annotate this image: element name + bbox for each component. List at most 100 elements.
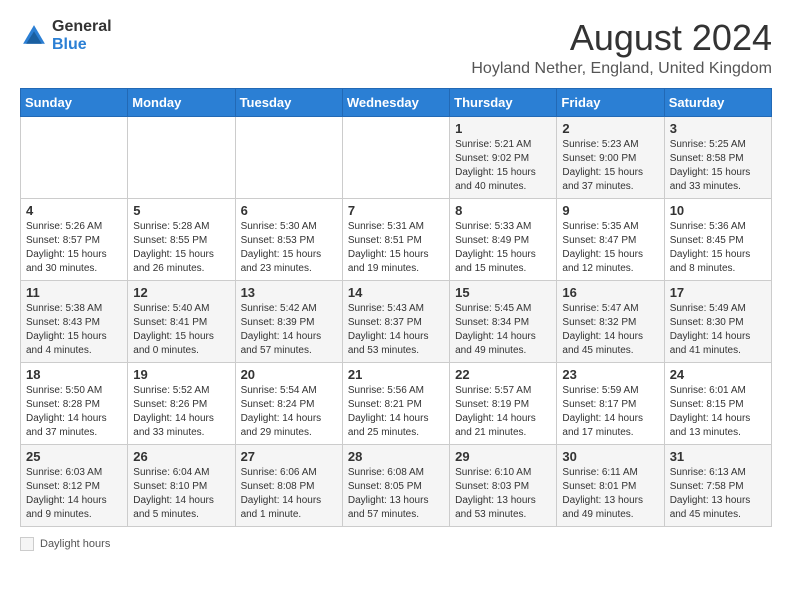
calendar-cell — [342, 116, 449, 198]
header-row: SundayMondayTuesdayWednesdayThursdayFrid… — [21, 88, 772, 116]
day-number: 27 — [241, 449, 337, 464]
day-number: 26 — [133, 449, 229, 464]
day-info: Sunrise: 6:10 AM Sunset: 8:03 PM Dayligh… — [455, 466, 551, 522]
day-info: Sunrise: 5:43 AM Sunset: 8:37 PM Dayligh… — [348, 302, 444, 358]
calendar-cell: 10 Sunrise: 5:36 AM Sunset: 8:45 PM Dayli… — [664, 198, 771, 280]
calendar-cell: 17 Sunrise: 5:49 AM Sunset: 8:30 PM Dayli… — [664, 280, 771, 362]
calendar-cell: 15 Sunrise: 5:45 AM Sunset: 8:34 PM Dayli… — [450, 280, 557, 362]
calendar-cell — [235, 116, 342, 198]
day-info: Sunrise: 5:21 AM Sunset: 9:02 PM Dayligh… — [455, 138, 551, 194]
calendar-cell: 2 Sunrise: 5:23 AM Sunset: 9:00 PM Daylig… — [557, 116, 664, 198]
day-number: 6 — [241, 203, 337, 218]
calendar-cell: 16 Sunrise: 5:47 AM Sunset: 8:32 PM Dayli… — [557, 280, 664, 362]
calendar-cell: 22Sunrise: 5:57 AM Sunset: 8:19 PM Dayli… — [450, 362, 557, 444]
footer: Daylight hours — [10, 533, 782, 555]
calendar-cell: 25 Sunrise: 6:03 AM Sunset: 8:12 PM Dayli… — [21, 444, 128, 526]
calendar-cell: 18Sunrise: 5:50 AM Sunset: 8:28 PM Dayli… — [21, 362, 128, 444]
calendar-table: SundayMondayTuesdayWednesdayThursdayFrid… — [20, 88, 772, 527]
day-info: Sunrise: 5:36 AM Sunset: 8:45 PM Dayligh… — [670, 220, 766, 276]
day-info: Sunrise: 5:42 AM Sunset: 8:39 PM Dayligh… — [241, 302, 337, 358]
header: General Blue August 2024 Hoyland Nether,… — [10, 10, 782, 82]
day-info: Sunrise: 5:31 AM Sunset: 8:51 PM Dayligh… — [348, 220, 444, 276]
day-info: Sunrise: 6:11 AM Sunset: 8:01 PM Dayligh… — [562, 466, 658, 522]
day-number: 12 — [133, 285, 229, 300]
day-info: Sunrise: 6:06 AM Sunset: 8:08 PM Dayligh… — [241, 466, 337, 522]
day-info: Sunrise: 6:04 AM Sunset: 8:10 PM Dayligh… — [133, 466, 229, 522]
logo-icon — [20, 22, 48, 50]
day-number: 16 — [562, 285, 658, 300]
day-info: Sunrise: 5:40 AM Sunset: 8:41 PM Dayligh… — [133, 302, 229, 358]
calendar: SundayMondayTuesdayWednesdayThursdayFrid… — [20, 88, 772, 527]
calendar-cell: 26 Sunrise: 6:04 AM Sunset: 8:10 PM Dayli… — [128, 444, 235, 526]
calendar-cell: 1 Sunrise: 5:21 AM Sunset: 9:02 PM Daylig… — [450, 116, 557, 198]
day-info: Sunrise: 5:49 AM Sunset: 8:30 PM Dayligh… — [670, 302, 766, 358]
calendar-cell: 8 Sunrise: 5:33 AM Sunset: 8:49 PM Daylig… — [450, 198, 557, 280]
week-row-2: 4Sunrise: 5:26 AM Sunset: 8:57 PM Daylig… — [21, 198, 772, 280]
title-area: August 2024 Hoyland Nether, England, Uni… — [471, 18, 772, 78]
week-row-4: 18Sunrise: 5:50 AM Sunset: 8:28 PM Dayli… — [21, 362, 772, 444]
calendar-cell: 5Sunrise: 5:28 AM Sunset: 8:55 PM Daylig… — [128, 198, 235, 280]
day-number: 24 — [670, 367, 766, 382]
calendar-cell: 4Sunrise: 5:26 AM Sunset: 8:57 PM Daylig… — [21, 198, 128, 280]
day-info: Sunrise: 6:08 AM Sunset: 8:05 PM Dayligh… — [348, 466, 444, 522]
day-info: Sunrise: 6:03 AM Sunset: 8:12 PM Dayligh… — [26, 466, 122, 522]
day-info: Sunrise: 5:23 AM Sunset: 9:00 PM Dayligh… — [562, 138, 658, 194]
calendar-cell: 29Sunrise: 6:10 AM Sunset: 8:03 PM Dayli… — [450, 444, 557, 526]
day-number: 21 — [348, 367, 444, 382]
week-row-3: 11Sunrise: 5:38 AM Sunset: 8:43 PM Dayli… — [21, 280, 772, 362]
day-number: 8 — [455, 203, 551, 218]
column-header-saturday: Saturday — [664, 88, 771, 116]
calendar-cell: 6 Sunrise: 5:30 AM Sunset: 8:53 PM Daylig… — [235, 198, 342, 280]
calendar-cell: 30 Sunrise: 6:11 AM Sunset: 8:01 PM Dayli… — [557, 444, 664, 526]
subtitle: Hoyland Nether, England, United Kingdom — [471, 60, 772, 78]
day-info: Sunrise: 5:33 AM Sunset: 8:49 PM Dayligh… — [455, 220, 551, 276]
column-header-wednesday: Wednesday — [342, 88, 449, 116]
column-header-monday: Monday — [128, 88, 235, 116]
day-info: Sunrise: 5:47 AM Sunset: 8:32 PM Dayligh… — [562, 302, 658, 358]
calendar-cell: 27 Sunrise: 6:06 AM Sunset: 8:08 PM Dayli… — [235, 444, 342, 526]
day-number: 22 — [455, 367, 551, 382]
day-number: 10 — [670, 203, 766, 218]
calendar-cell: 23 Sunrise: 5:59 AM Sunset: 8:17 PM Dayli… — [557, 362, 664, 444]
day-number: 23 — [562, 367, 658, 382]
main-title: August 2024 — [471, 18, 772, 58]
calendar-cell: 28 Sunrise: 6:08 AM Sunset: 8:05 PM Dayli… — [342, 444, 449, 526]
day-number: 15 — [455, 285, 551, 300]
column-header-sunday: Sunday — [21, 88, 128, 116]
calendar-cell: 20 Sunrise: 5:54 AM Sunset: 8:24 PM Dayli… — [235, 362, 342, 444]
day-number: 13 — [241, 285, 337, 300]
day-info: Sunrise: 5:56 AM Sunset: 8:21 PM Dayligh… — [348, 384, 444, 440]
day-info: Sunrise: 6:01 AM Sunset: 8:15 PM Dayligh… — [670, 384, 766, 440]
day-number: 28 — [348, 449, 444, 464]
calendar-cell: 12 Sunrise: 5:40 AM Sunset: 8:41 PM Dayli… — [128, 280, 235, 362]
day-info: Sunrise: 5:38 AM Sunset: 8:43 PM Dayligh… — [26, 302, 122, 358]
calendar-cell: 24 Sunrise: 6:01 AM Sunset: 8:15 PM Dayli… — [664, 362, 771, 444]
calendar-cell — [21, 116, 128, 198]
daylight-box-icon — [20, 537, 34, 551]
day-info: Sunrise: 5:54 AM Sunset: 8:24 PM Dayligh… — [241, 384, 337, 440]
day-info: Sunrise: 5:35 AM Sunset: 8:47 PM Dayligh… — [562, 220, 658, 276]
calendar-cell: 13 Sunrise: 5:42 AM Sunset: 8:39 PM Dayli… — [235, 280, 342, 362]
calendar-cell: 9Sunrise: 5:35 AM Sunset: 8:47 PM Daylig… — [557, 198, 664, 280]
day-number: 30 — [562, 449, 658, 464]
calendar-cell: 19 Sunrise: 5:52 AM Sunset: 8:26 PM Dayli… — [128, 362, 235, 444]
day-info: Sunrise: 5:30 AM Sunset: 8:53 PM Dayligh… — [241, 220, 337, 276]
calendar-cell: 14 Sunrise: 5:43 AM Sunset: 8:37 PM Dayli… — [342, 280, 449, 362]
day-info: Sunrise: 6:13 AM Sunset: 7:58 PM Dayligh… — [670, 466, 766, 522]
column-header-thursday: Thursday — [450, 88, 557, 116]
day-number: 25 — [26, 449, 122, 464]
day-number: 14 — [348, 285, 444, 300]
day-number: 2 — [562, 121, 658, 136]
day-info: Sunrise: 5:45 AM Sunset: 8:34 PM Dayligh… — [455, 302, 551, 358]
calendar-cell: 31Sunrise: 6:13 AM Sunset: 7:58 PM Dayli… — [664, 444, 771, 526]
day-info: Sunrise: 5:52 AM Sunset: 8:26 PM Dayligh… — [133, 384, 229, 440]
logo-general: General — [52, 18, 112, 36]
column-header-tuesday: Tuesday — [235, 88, 342, 116]
day-number: 19 — [133, 367, 229, 382]
day-number: 20 — [241, 367, 337, 382]
footer-label: Daylight hours — [40, 538, 110, 550]
day-number: 3 — [670, 121, 766, 136]
day-number: 17 — [670, 285, 766, 300]
day-info: Sunrise: 5:59 AM Sunset: 8:17 PM Dayligh… — [562, 384, 658, 440]
day-number: 1 — [455, 121, 551, 136]
